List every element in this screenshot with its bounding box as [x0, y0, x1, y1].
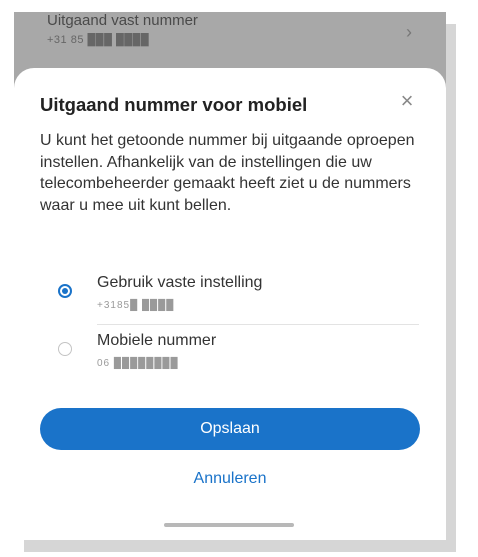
radio-selected-icon[interactable] — [58, 284, 72, 298]
option-vaste-instelling[interactable]: Gebruik vaste instelling +3185█ ████ — [14, 266, 446, 325]
save-button[interactable]: Opslaan — [40, 408, 420, 450]
dialog-description: U kunt het getoonde nummer bij uitgaande… — [40, 132, 415, 214]
option-label: Gebruik vaste instelling — [97, 274, 263, 291]
option-number: +3185█ ████ — [97, 300, 175, 311]
background-item-title: Uitgaand vast nummer — [47, 12, 198, 29]
dialog-title: Uitgaand nummer voor mobiel — [40, 94, 308, 115]
chevron-right-icon: › — [406, 22, 412, 42]
bottom-sheet-dialog: Uitgaand nummer voor mobiel × U kunt het… — [14, 68, 446, 540]
option-mobiele-nummer[interactable]: Mobiele nummer 06 ████████ — [14, 324, 446, 382]
option-number: 06 ████████ — [97, 358, 179, 369]
option-label: Mobiele nummer — [97, 332, 217, 349]
close-icon[interactable]: × — [394, 88, 420, 114]
screenshot-frame: Uitgaand vast nummer +31 85 ███ ████ › U… — [14, 12, 446, 540]
cancel-button[interactable]: Annuleren — [40, 466, 420, 492]
home-indicator[interactable] — [164, 523, 294, 527]
radio-unselected-icon[interactable] — [58, 342, 72, 356]
background-item-subtitle: +31 85 ███ ████ — [47, 34, 150, 46]
background-settings-item[interactable]: Uitgaand vast nummer +31 85 ███ ████ › — [14, 12, 446, 68]
